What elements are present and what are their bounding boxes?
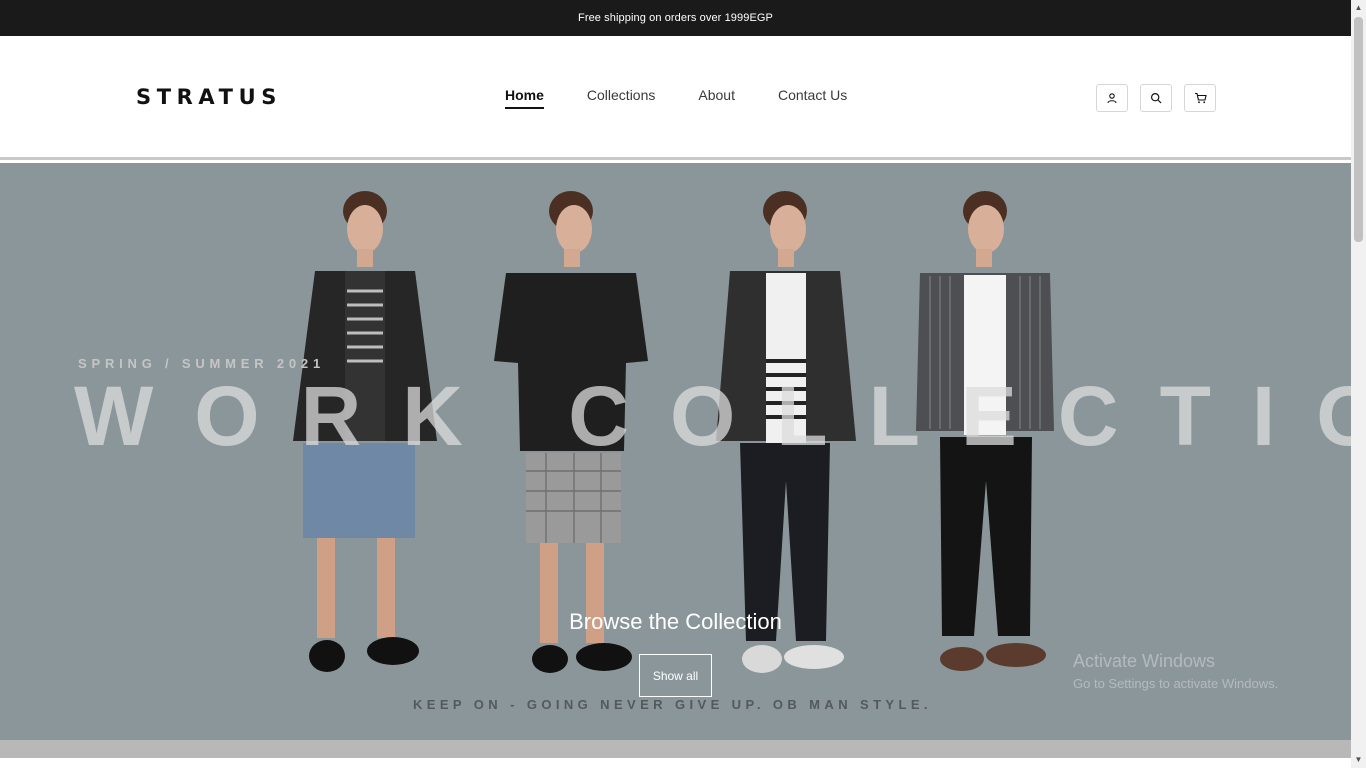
- site-logo[interactable]: STRATUS: [136, 85, 282, 109]
- next-section-edge: [0, 740, 1351, 758]
- nav-contact-us[interactable]: Contact Us: [778, 87, 847, 109]
- announcement-text: Free shipping on orders over 1999EGP: [578, 12, 773, 24]
- nav-about[interactable]: About: [698, 87, 735, 109]
- cart-icon: [1194, 92, 1207, 104]
- account-button[interactable]: [1096, 84, 1128, 112]
- scroll-down-icon[interactable]: ▼: [1354, 755, 1363, 764]
- hero-tagline: KEEP ON - GOING NEVER GIVE UP. OB MAN ST…: [413, 697, 932, 712]
- scroll-thumb[interactable]: [1354, 17, 1363, 242]
- watermark-title: Activate Windows: [1073, 651, 1216, 671]
- show-all-button[interactable]: Show all: [639, 654, 712, 697]
- watermark-subtitle: Go to Settings to activate Windows.: [1073, 676, 1279, 691]
- page-scrollbar[interactable]: ▲ ▼: [1351, 0, 1366, 768]
- hero-title: WORK COLLECTION: [74, 369, 1351, 463]
- cart-button[interactable]: [1184, 84, 1216, 112]
- main-nav: Home Collections About Contact Us: [505, 87, 847, 109]
- search-button[interactable]: [1140, 84, 1172, 112]
- browse-heading: Browse the Collection: [569, 609, 782, 634]
- nav-home[interactable]: Home: [505, 87, 544, 109]
- search-icon: [1150, 92, 1162, 104]
- nav-collections[interactable]: Collections: [587, 87, 655, 109]
- account-icon: [1107, 93, 1117, 104]
- announcement-bar: Free shipping on orders over 1999EGP: [0, 0, 1351, 36]
- site-header: STRATUS Home Collections About Contact U…: [0, 36, 1351, 160]
- windows-activation-watermark: Activate Windows Go to Settings to activ…: [1073, 651, 1278, 691]
- scroll-up-icon[interactable]: ▲: [1354, 3, 1363, 12]
